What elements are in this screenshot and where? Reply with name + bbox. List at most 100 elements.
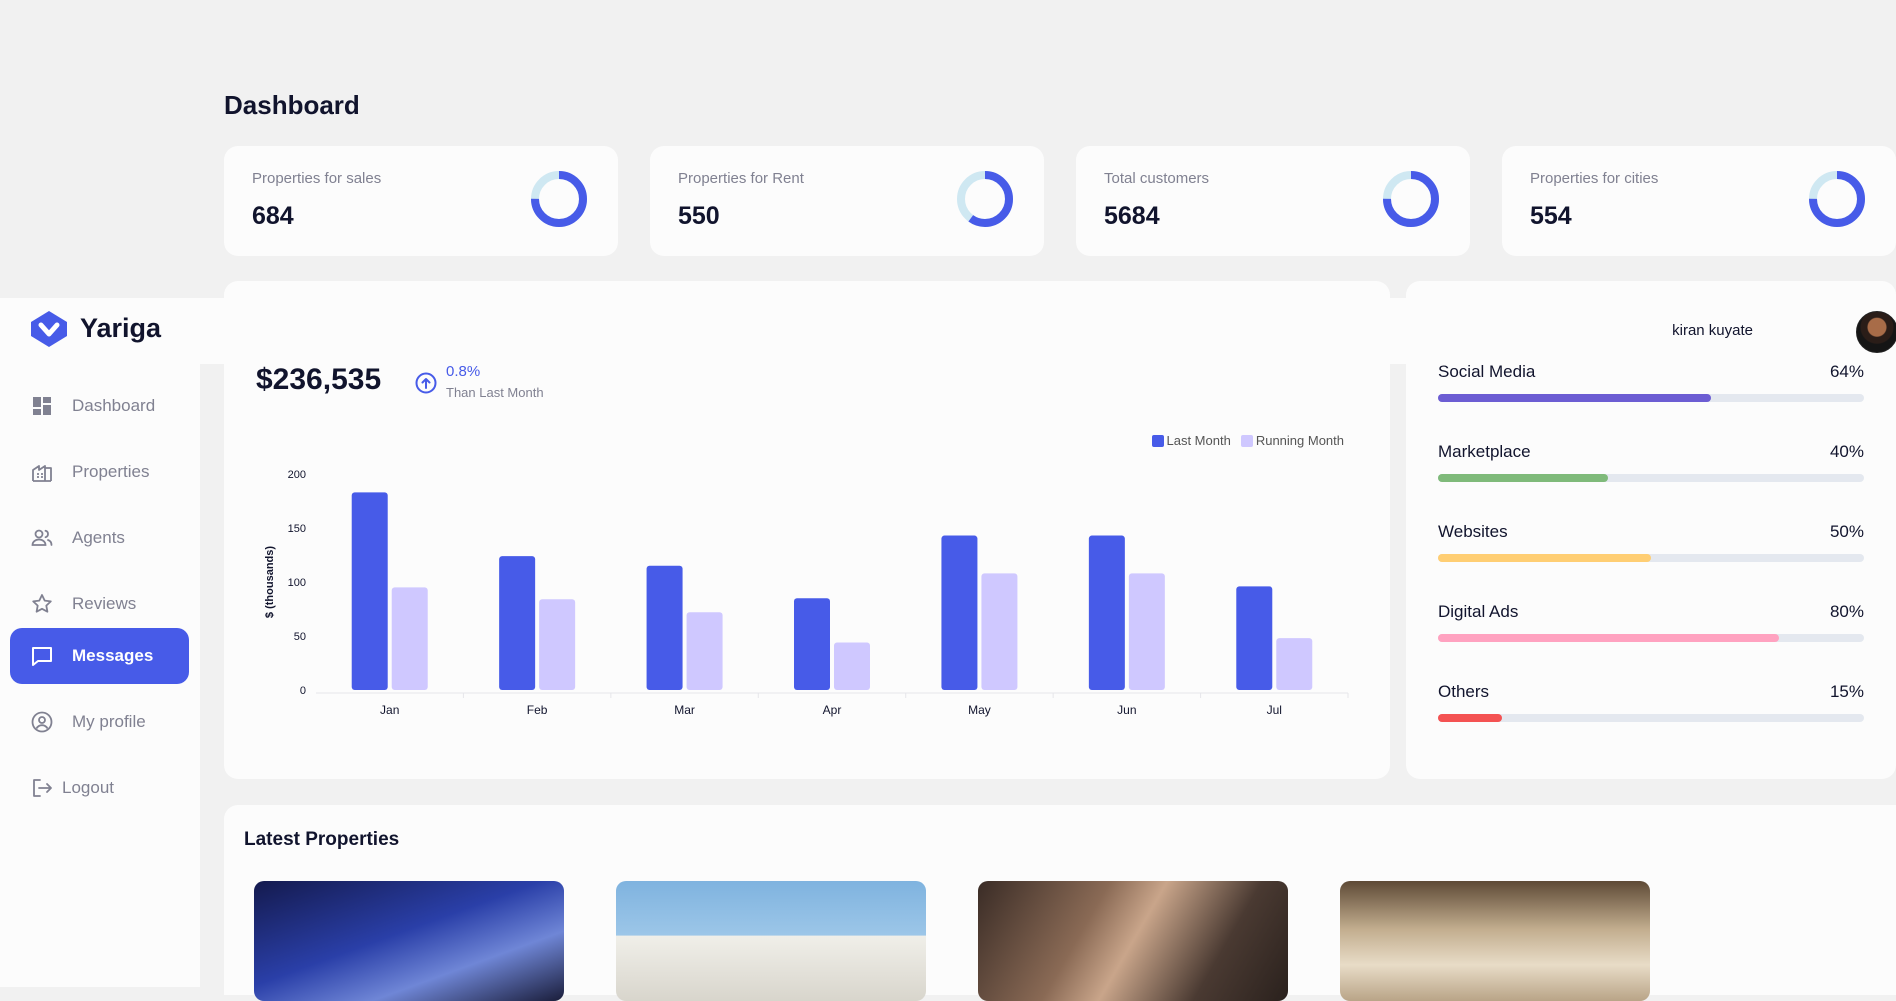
sidebar-item-my-profile[interactable]: My profile [10, 694, 189, 750]
referral-percent: 80% [1829, 602, 1864, 621]
x-tick-label: Apr [823, 703, 842, 717]
referral-label: Others [1438, 682, 1490, 701]
bar-last-month[interactable] [941, 535, 978, 690]
stat-label: Total customers [1104, 170, 1210, 187]
sidebar-item-label: Dashboard [72, 396, 156, 415]
stat-label: Properties for cities [1530, 170, 1659, 187]
progress-track [1438, 394, 1864, 402]
stat-value: 5684 [1104, 202, 1160, 230]
stat-value: 550 [678, 202, 720, 230]
sidebar-item-reviews[interactable]: Reviews [10, 576, 189, 632]
sidebar-item-label: My profile [72, 712, 146, 731]
sidebar-item-dashboard[interactable]: Dashboard [10, 378, 189, 434]
user-name[interactable]: kiran kuyate [1672, 322, 1753, 339]
stat-value: 554 [1530, 202, 1572, 230]
bar-running-month[interactable] [1128, 573, 1165, 690]
star-icon [30, 592, 54, 616]
progress-track [1438, 714, 1864, 722]
top-header [0, 298, 1896, 364]
sidebar-item-label: Properties [72, 462, 150, 481]
progress-track [1438, 554, 1864, 562]
stat-card-sales: Properties for sales 684 [224, 146, 618, 256]
logout-icon [30, 776, 54, 800]
progress-track [1438, 474, 1864, 482]
sidebar-item-agents[interactable]: Agents [10, 510, 189, 566]
page-title: Dashboard [224, 90, 360, 120]
yariga-logo-icon [31, 311, 67, 347]
referral-row: Marketplace 40% [1438, 442, 1864, 482]
referral-percent: 64% [1829, 362, 1864, 381]
referral-label: Digital Ads [1438, 602, 1519, 621]
property-image[interactable] [254, 881, 564, 1001]
agents-icon [30, 526, 54, 550]
referral-label: Social Media [1438, 362, 1536, 381]
donut-chart [957, 171, 1013, 227]
y-tick-label: 0 [300, 685, 306, 697]
properties-icon [30, 460, 54, 484]
y-axis-label: $ (thousands) [264, 546, 276, 618]
stat-value: 684 [252, 202, 294, 230]
stat-label: Properties for Rent [678, 170, 804, 187]
x-tick-label: Jan [380, 703, 399, 717]
profile-icon [30, 710, 54, 734]
referral-label: Marketplace [1438, 442, 1531, 461]
bar-last-month[interactable] [646, 565, 683, 690]
messages-icon [30, 644, 54, 668]
bar-running-month[interactable] [686, 612, 723, 690]
sidebar-item-label: Agents [72, 528, 125, 547]
referral-percent: 40% [1829, 442, 1864, 461]
dashboard-icon [30, 394, 54, 418]
progress-fill [1438, 554, 1651, 562]
bar-running-month[interactable] [539, 599, 576, 690]
progress-fill [1438, 394, 1711, 402]
sidebar-item-properties[interactable]: Properties [10, 444, 189, 500]
referral-row: Websites 50% [1438, 522, 1864, 562]
referral-percent: 50% [1829, 522, 1864, 541]
x-tick-label: Jun [1117, 703, 1136, 717]
x-tick-label: May [968, 703, 991, 717]
avatar[interactable] [1856, 311, 1896, 353]
property-image[interactable] [616, 881, 926, 1001]
donut-chart [1383, 171, 1439, 227]
bar-running-month[interactable] [981, 573, 1018, 690]
sidebar-item-logout[interactable]: Logout [10, 760, 189, 816]
progress-fill [1438, 634, 1779, 642]
sidebar: Dashboard Properties Agents Reviews Mess… [0, 364, 200, 987]
brand-name: Yariga [80, 313, 162, 343]
bar-running-month[interactable] [1276, 638, 1313, 690]
stat-card-cities: Properties for cities 554 [1502, 146, 1896, 256]
donut-chart [1809, 171, 1865, 227]
referral-label: Websites [1438, 522, 1508, 541]
progress-fill [1438, 714, 1502, 722]
progress-track [1438, 634, 1864, 642]
bar-running-month[interactable] [834, 642, 870, 690]
sidebar-item-label: Messages [72, 646, 154, 665]
bar-last-month[interactable] [1236, 586, 1273, 690]
referral-row: Social Media 64% [1438, 362, 1864, 402]
bar-last-month[interactable] [499, 556, 536, 690]
stat-label: Properties for sales [252, 170, 382, 187]
stats-row: Properties for sales 684 Properties for … [224, 146, 1896, 256]
donut-chart [531, 171, 587, 227]
bar-last-month[interactable] [351, 492, 388, 690]
x-tick-label: Mar [674, 703, 695, 717]
y-tick-label: 100 [288, 577, 306, 589]
latest-properties-card: Latest Properties [224, 805, 1896, 1001]
y-tick-label: 150 [288, 523, 306, 535]
section-title: Latest Properties [244, 829, 400, 850]
sidebar-item-label: Logout [62, 778, 114, 797]
sidebar-item-label: Reviews [72, 594, 137, 613]
bar-running-month[interactable] [391, 587, 428, 690]
y-tick-label: 200 [288, 469, 306, 481]
x-tick-label: Feb [527, 703, 548, 717]
y-tick-label: 50 [294, 631, 306, 643]
stat-card-customers: Total customers 5684 [1076, 146, 1470, 256]
property-image[interactable] [978, 881, 1288, 1001]
bar-last-month[interactable] [794, 598, 830, 690]
bar-last-month[interactable] [1088, 535, 1125, 690]
stat-card-rent: Properties for Rent 550 [650, 146, 1044, 256]
sidebar-item-messages[interactable]: Messages [10, 628, 189, 684]
property-image[interactable] [1340, 881, 1650, 1001]
referral-percent: 15% [1829, 682, 1864, 701]
x-tick-label: Jul [1267, 703, 1282, 717]
